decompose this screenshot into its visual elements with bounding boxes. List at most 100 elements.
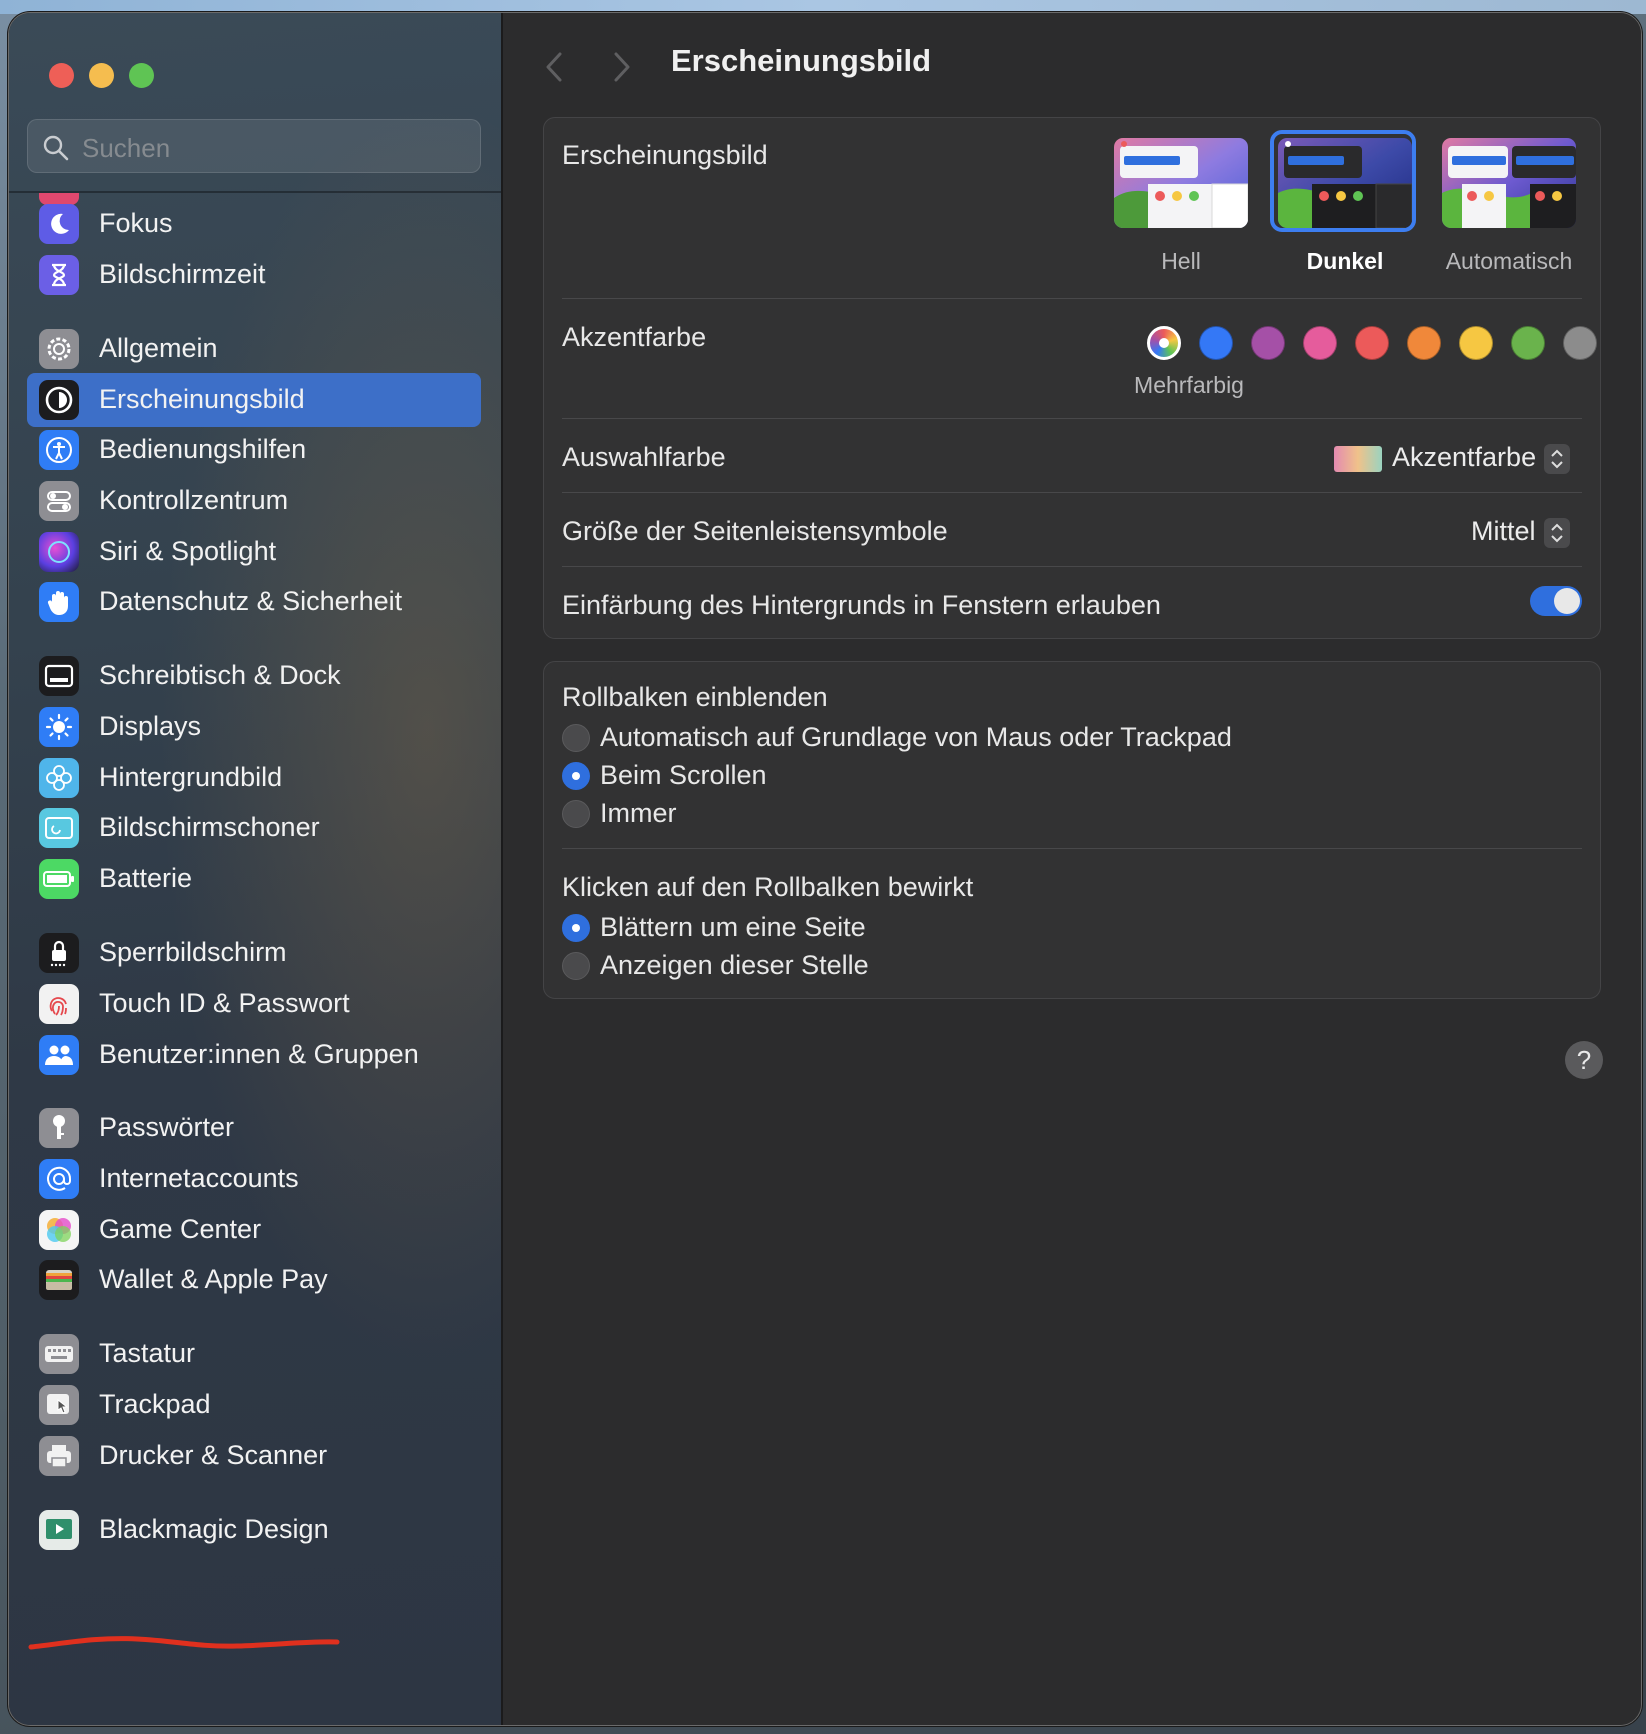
accent-graphite-swatch[interactable] bbox=[1563, 326, 1597, 360]
sidebar-item-label: Touch ID & Passwort bbox=[99, 988, 350, 1018]
sidebar-item-drucker-scanner[interactable]: Drucker & Scanner bbox=[27, 1429, 481, 1483]
sidebar-item-batterie[interactable]: Batterie bbox=[27, 852, 481, 906]
sidebar-item-erscheinungsbild[interactable]: Erscheinungsbild bbox=[27, 373, 481, 427]
radio-label: Anzeigen dieser Stelle bbox=[600, 950, 869, 980]
sidebar-item-sperrbildschirm[interactable]: Sperrbildschirm bbox=[27, 926, 481, 980]
sidebar-item-trackpad[interactable]: Trackpad bbox=[27, 1378, 481, 1432]
accent-multicolor-swatch[interactable] bbox=[1147, 326, 1181, 360]
accent-red-swatch[interactable] bbox=[1355, 326, 1389, 360]
chevron-updown-icon bbox=[1544, 518, 1570, 548]
sidebar-item-label: Erscheinungsbild bbox=[99, 384, 305, 414]
accent-label: Akzentfarbe bbox=[562, 322, 707, 352]
close-window-button[interactable] bbox=[49, 63, 74, 88]
blackmagic-icon bbox=[39, 1510, 79, 1550]
radio-button[interactable] bbox=[562, 800, 590, 828]
accessibility-icon bbox=[39, 430, 79, 470]
row-separator bbox=[562, 848, 1582, 849]
control-center-icon bbox=[39, 481, 79, 521]
theme-dark-thumbnail bbox=[1278, 138, 1412, 228]
sidebar-item-fokus[interactable]: Fokus bbox=[27, 197, 481, 251]
theme-dark-option[interactable]: Dunkel bbox=[1270, 130, 1416, 275]
wallpaper-tinting-toggle[interactable] bbox=[1530, 586, 1582, 616]
accent-pink-swatch[interactable] bbox=[1303, 326, 1337, 360]
radio-button[interactable] bbox=[562, 952, 590, 980]
search-field[interactable] bbox=[27, 119, 481, 173]
sidebar-item-label: Bildschirmschoner bbox=[99, 812, 320, 842]
sidebar-item-tastatur[interactable]: Tastatur bbox=[27, 1327, 481, 1381]
screensaver-icon bbox=[39, 808, 79, 848]
theme-auto-label: Automatisch bbox=[1445, 248, 1573, 274]
sidebar-item-siri[interactable]: Siri & Spotlight bbox=[27, 525, 481, 579]
theme-dark-label: Dunkel bbox=[1306, 248, 1384, 274]
sidebar-item-label: Batterie bbox=[99, 863, 193, 893]
scroll-click-label: Klicken auf den Rollbalken bewirkt bbox=[562, 872, 974, 902]
sidebar: Fokus Bildschirmzeit Allgemein Erscheinu… bbox=[9, 13, 503, 1725]
radio-label: Automatisch auf Grundlage von Maus oder … bbox=[600, 722, 1232, 752]
sidebar-item-label: Displays bbox=[99, 711, 202, 741]
scrollbars-label: Rollbalken einblenden bbox=[562, 682, 828, 712]
accent-green-swatch[interactable] bbox=[1511, 326, 1545, 360]
sidebar-item-bildschirmschoner[interactable]: Bildschirmschoner bbox=[27, 801, 481, 855]
sidebar-item-blackmagic[interactable]: Blackmagic Design bbox=[27, 1503, 481, 1557]
keyboard-icon bbox=[39, 1334, 79, 1374]
sidebar-item-datenschutz[interactable]: Datenschutz & Sicherheit bbox=[27, 575, 481, 629]
radio-label: Immer bbox=[600, 798, 677, 828]
row-separator bbox=[562, 566, 1582, 567]
sidebar-item-label: Sperrbildschirm bbox=[99, 937, 287, 967]
sidebar-item-kontrollzentrum[interactable]: Kontrollzentrum bbox=[27, 474, 481, 528]
sidebar-item-allgemein[interactable]: Allgemein bbox=[27, 322, 481, 376]
zoom-window-button[interactable] bbox=[129, 63, 154, 88]
sidebar-item-internetaccounts[interactable]: Internetaccounts bbox=[27, 1152, 481, 1206]
annotation-underline bbox=[28, 1636, 340, 1650]
wallet-icon bbox=[39, 1260, 79, 1300]
wallpaper-tinting-label: Einfärbung des Hintergrunds in Fenstern … bbox=[562, 590, 1161, 620]
main-content: Erscheinungsbild Erscheinungsbild Hell D… bbox=[503, 13, 1641, 1725]
theme-auto-thumbnail bbox=[1442, 138, 1576, 228]
radio-label: Beim Scrollen bbox=[600, 760, 767, 790]
sidebar-item-schreibtisch-dock[interactable]: Schreibtisch & Dock bbox=[27, 649, 481, 703]
users-icon bbox=[39, 1035, 79, 1075]
radio-button[interactable] bbox=[562, 914, 590, 942]
search-input[interactable] bbox=[80, 128, 474, 168]
page-title: Erscheinungsbild bbox=[671, 43, 932, 78]
minimize-window-button[interactable] bbox=[89, 63, 114, 88]
settings-window: Fokus Bildschirmzeit Allgemein Erscheinu… bbox=[8, 12, 1642, 1726]
theme-light-option[interactable]: Hell bbox=[1114, 138, 1248, 275]
radio-button[interactable] bbox=[562, 762, 590, 790]
sidebar-item-bedienungshilfen[interactable]: Bedienungshilfen bbox=[27, 423, 481, 477]
sidebar-item-game-center[interactable]: Game Center bbox=[27, 1203, 481, 1257]
sidebar-icon-size-label: Größe der Seitenleistensymbole bbox=[562, 516, 948, 546]
help-button[interactable]: ? bbox=[1565, 1041, 1603, 1079]
row-separator bbox=[562, 298, 1582, 299]
accent-yellow-swatch[interactable] bbox=[1459, 326, 1493, 360]
theme-auto-option[interactable]: Automatisch bbox=[1442, 138, 1576, 275]
accent-blue-swatch[interactable] bbox=[1199, 326, 1233, 360]
key-icon bbox=[39, 1108, 79, 1148]
sidebar-item-wallet[interactable]: Wallet & Apple Pay bbox=[27, 1253, 481, 1307]
accent-purple-swatch[interactable] bbox=[1251, 326, 1285, 360]
sidebar-divider bbox=[9, 191, 501, 193]
scrollbar-card: Rollbalken einblenden Automatisch auf Gr… bbox=[543, 661, 1601, 999]
forward-icon[interactable] bbox=[611, 51, 633, 83]
sidebar-item-label: Benutzer:innen & Gruppen bbox=[99, 1039, 419, 1069]
trackpad-icon bbox=[39, 1385, 79, 1425]
sidebar-item-hintergrundbild[interactable]: Hintergrundbild bbox=[27, 751, 481, 805]
row-separator bbox=[562, 418, 1582, 419]
sidebar-item-bildschirmzeit[interactable]: Bildschirmzeit bbox=[27, 248, 481, 302]
accent-orange-swatch[interactable] bbox=[1407, 326, 1441, 360]
radio-label: Blättern um eine Seite bbox=[600, 912, 866, 942]
sidebar-item-label: Datenschutz & Sicherheit bbox=[99, 586, 403, 616]
sidebar-item-benutzer[interactable]: Benutzer:innen & Gruppen bbox=[27, 1028, 481, 1082]
sidebar-item-label: Passwörter bbox=[99, 1112, 235, 1142]
sidebar-item-label: Kontrollzentrum bbox=[99, 485, 289, 515]
sidebar-item-touch-id[interactable]: Touch ID & Passwort bbox=[27, 977, 481, 1031]
search-icon bbox=[43, 135, 69, 161]
back-icon[interactable] bbox=[543, 51, 565, 83]
appearance-icon bbox=[39, 380, 79, 420]
radio-button[interactable] bbox=[562, 724, 590, 752]
sidebar-item-passwoerter[interactable]: Passwörter bbox=[27, 1101, 481, 1155]
toggle-knob bbox=[1554, 588, 1580, 614]
sidebar-item-label: Game Center bbox=[99, 1214, 262, 1244]
sidebar-item-displays[interactable]: Displays bbox=[27, 700, 481, 754]
sidebar-item-label: Bedienungshilfen bbox=[99, 434, 307, 464]
